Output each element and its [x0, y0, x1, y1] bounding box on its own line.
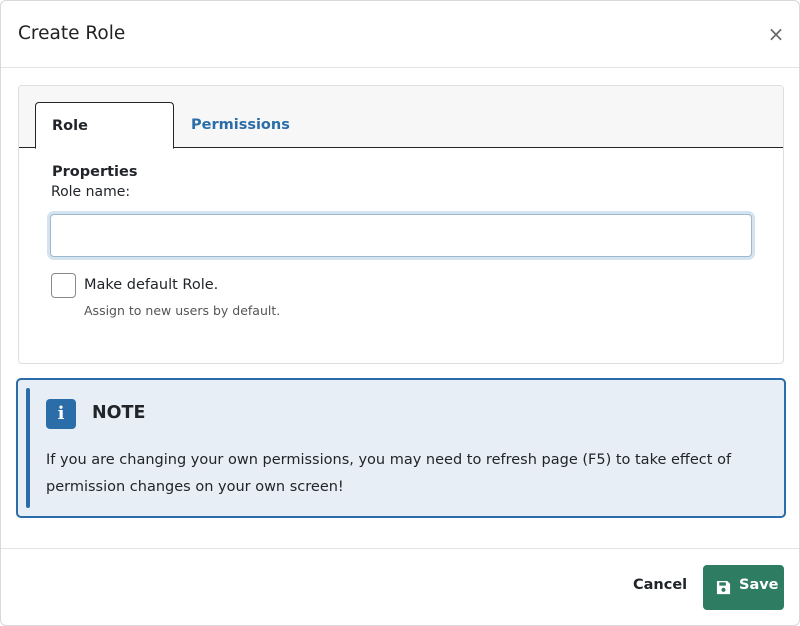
note-alert: i NOTE If you are changing your own perm…: [16, 378, 786, 518]
note-title: NOTE: [92, 403, 146, 423]
role-name-input[interactable]: [50, 214, 752, 257]
dialog-header: Create Role ×: [1, 1, 799, 68]
dialog-title: Create Role: [18, 23, 126, 44]
dialog-footer: Cancel Save: [1, 548, 799, 625]
default-role-label[interactable]: Make default Role.: [84, 277, 218, 293]
default-role-help-text: Assign to new users by default.: [84, 303, 281, 318]
note-accent-bar: [26, 388, 30, 508]
tab-strip: Role Properties Permissions: [19, 86, 783, 180]
cancel-button[interactable]: Cancel: [633, 577, 687, 593]
create-role-dialog: Create Role × Role Properties Permission…: [0, 0, 800, 626]
role-name-label: Role name:: [51, 184, 131, 200]
save-button-label: Save: [739, 577, 779, 593]
tab-permissions[interactable]: Permissions: [175, 102, 306, 148]
close-icon[interactable]: ×: [767, 23, 785, 45]
save-button[interactable]: Save: [703, 565, 784, 610]
note-text: If you are changing your own permissions…: [46, 452, 732, 495]
tab-role-properties[interactable]: Role Properties: [35, 102, 174, 180]
floppy-disk-icon: [716, 580, 731, 595]
tab-panel: Role Properties Permissions Role name: M…: [18, 85, 784, 364]
default-role-checkbox[interactable]: [51, 273, 76, 298]
info-icon: i: [46, 399, 76, 429]
